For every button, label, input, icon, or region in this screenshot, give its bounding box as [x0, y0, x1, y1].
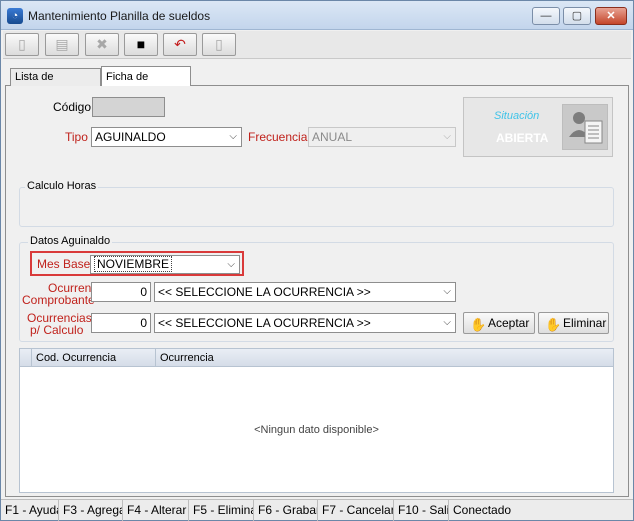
tipo-value: AGUINALDO [95, 130, 166, 144]
status-connection: Conectado [453, 503, 512, 517]
aceptar-button[interactable]: ✋ Aceptar [463, 312, 535, 334]
app-icon: ◔ [7, 8, 23, 24]
undo-button[interactable]: ↶ [163, 33, 197, 56]
chevron-down-icon: ⌵ [443, 131, 451, 142]
chevron-down-icon: ⌵ [443, 286, 451, 297]
ocurrencia-comprobante-input[interactable]: 0 [91, 282, 151, 302]
main-window: ◔ Mantenimiento Planilla de sueldos — ▢ … [0, 0, 634, 521]
ocurrencias-calculo-label-2: p/ Calculo [30, 323, 84, 337]
accept-icon: ✋ [470, 317, 487, 332]
status-f5: F5 - Eliminar [189, 500, 254, 521]
status-bar: F1 - Ayuda F3 - Agregar F4 - Alterar F5 … [1, 499, 633, 521]
calculo-horas-group [19, 187, 614, 227]
chevron-down-icon: ⌵ [443, 317, 451, 328]
ocurrencias-calculo-select-value: << SELECCIONE LA OCURRENCIA >> [158, 316, 371, 330]
user-document-icon [562, 104, 608, 150]
close-button[interactable]: ✕ [595, 7, 627, 25]
status-f4: F4 - Alterar [123, 500, 189, 521]
new-button[interactable]: ▯ [5, 33, 39, 56]
eliminar-label: Eliminar [563, 316, 607, 330]
mes-base-value: NOVIEMBRE [94, 256, 173, 272]
ocurrencia-comprobante-label-2: Comprobante [22, 293, 95, 307]
situacion-panel: Situación ABIERTA [463, 97, 613, 157]
situacion-label: Situación [494, 110, 540, 122]
undo-icon: ↶ [174, 36, 186, 52]
grid-header: Cod. Ocurrencia Ocurrencia [20, 349, 613, 367]
eliminar-button[interactable]: ✋ Eliminar [538, 312, 609, 334]
frecuencia-label: Frecuencia [248, 130, 308, 144]
status-f1: F1 - Ayuda [1, 500, 59, 521]
status-f7: F7 - Cancelar [318, 500, 394, 521]
calculo-horas-label: Calculo Horas [25, 180, 99, 192]
new-icon: ▯ [18, 36, 26, 52]
status-f6: F6 - Grabar [254, 500, 318, 521]
codigo-field[interactable] [92, 97, 165, 117]
column-ocurrencia[interactable]: Ocurrencia [156, 349, 613, 367]
copy-button[interactable]: ▤ [45, 33, 79, 56]
save-icon: ■ [136, 36, 146, 52]
codigo-label: Código [53, 100, 92, 114]
door-icon: ▯ [215, 36, 223, 52]
ocurrencias-calculo-input[interactable]: 0 [91, 313, 151, 333]
ocurrencia-comprobante-select[interactable]: << SELECCIONE LA OCURRENCIA >> ⌵ [154, 282, 456, 302]
exit-button[interactable]: ▯ [202, 33, 236, 56]
ocurrencias-grid[interactable]: Cod. Ocurrencia Ocurrencia <Ningun dato … [19, 348, 614, 493]
status-f10: F10 - Salir [394, 500, 449, 521]
grid-indicator-column [20, 349, 32, 367]
tab-strip: Lista de Planillas Ficha de Planilla [5, 66, 629, 103]
maximize-button[interactable]: ▢ [563, 7, 591, 25]
toolbar: ▯ ▤ ✖ ■ ↶ ▯ [3, 31, 631, 59]
tipo-select[interactable]: AGUINALDO ⌵ [91, 127, 242, 147]
ocurrencias-calculo-select[interactable]: << SELECCIONE LA OCURRENCIA >> ⌵ [154, 313, 456, 333]
grid-empty-text: <Ningun dato disponible> [254, 424, 379, 436]
save-button[interactable]: ■ [124, 33, 158, 56]
chevron-down-icon: ⌵ [229, 131, 237, 142]
copy-icon: ▤ [55, 36, 69, 52]
delete-hand-icon: ✋ [545, 317, 562, 332]
mes-base-select[interactable]: NOVIEMBRE ⌵ [90, 255, 240, 274]
situacion-value: ABIERTA [496, 131, 549, 145]
tipo-label: Tipo [65, 130, 88, 144]
window-title: Mantenimiento Planilla de sueldos [28, 9, 211, 23]
title-bar: ◔ Mantenimiento Planilla de sueldos — ▢ … [1, 1, 633, 30]
ocurrencia-comprobante-select-value: << SELECCIONE LA OCURRENCIA >> [158, 285, 371, 299]
status-f3: F3 - Agregar [59, 500, 123, 521]
frecuencia-value: ANUAL [312, 130, 353, 144]
datos-aguinaldo-label: Datos Aguinaldo [28, 235, 113, 247]
frecuencia-select[interactable]: ANUAL ⌵ [308, 127, 456, 147]
tab-lista-planillas[interactable]: Lista de Planillas [10, 68, 101, 100]
column-cod-ocurrencia[interactable]: Cod. Ocurrencia [32, 349, 156, 367]
mes-base-label: Mes Base [37, 257, 91, 271]
chevron-down-icon: ⌵ [227, 259, 235, 270]
aceptar-label: Aceptar [488, 316, 530, 330]
tab-ficha-planilla[interactable]: Ficha de Planilla [101, 66, 191, 103]
delete-button[interactable]: ✖ [85, 33, 119, 56]
delete-icon: ✖ [96, 36, 108, 52]
minimize-button[interactable]: — [532, 7, 560, 25]
